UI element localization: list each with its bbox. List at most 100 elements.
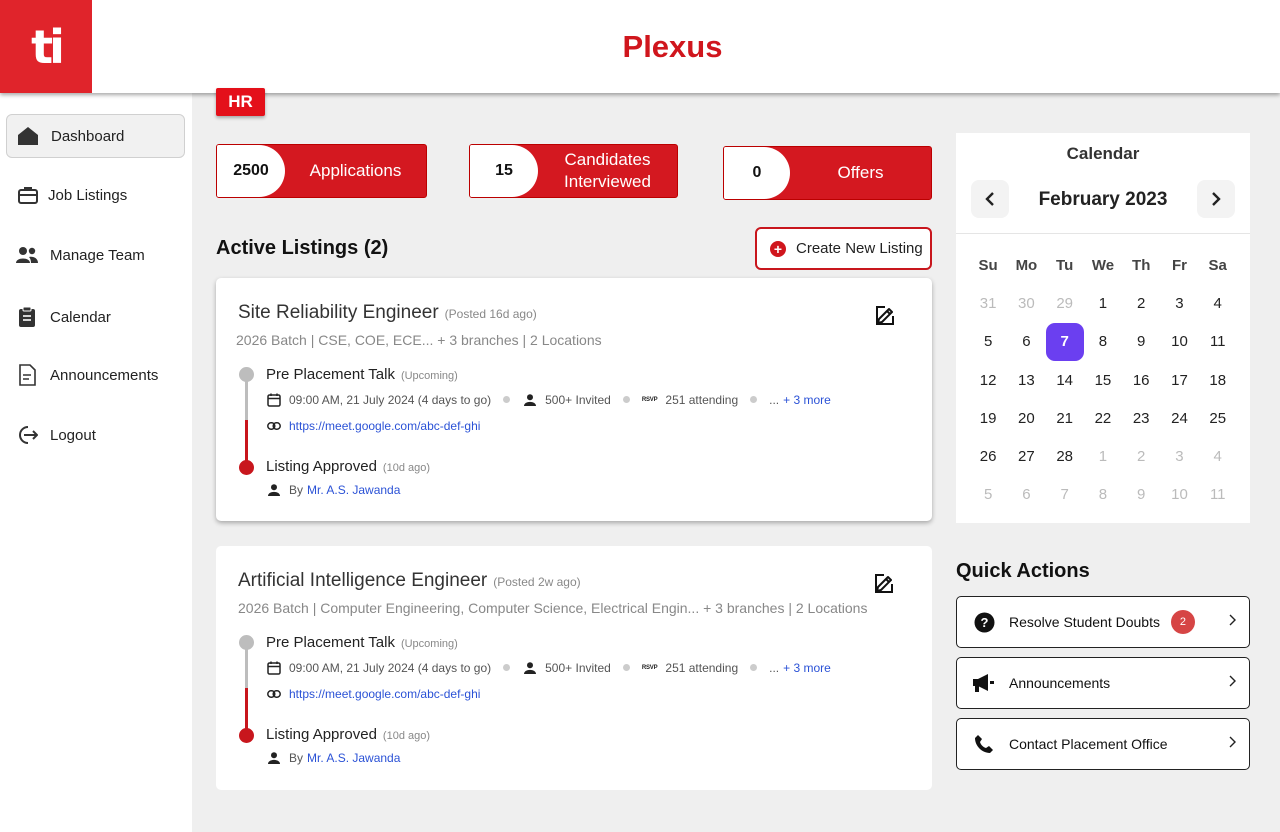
rsvp-icon: RSVP (641, 664, 658, 671)
stat-applications[interactable]: 2500 Applications (216, 144, 427, 198)
calendar-month: February 2023 (1038, 189, 1168, 210)
announcements-button[interactable]: Announcements (956, 657, 1250, 709)
stat-label: Applications (309, 161, 402, 180)
calendar-grid: Su Mo Tu We Th Fr Sa 31 30 29 1 2 3 4 5 6 7 8 9 10 11 12 13 14 1… (969, 246, 1237, 514)
calendar-day[interactable]: 13 (1007, 361, 1045, 399)
event-title: Pre Placement Talk (Upcoming) (266, 634, 458, 651)
weekday-label: Mo (1015, 256, 1038, 274)
calendar-icon (266, 392, 281, 407)
calendar-day[interactable]: 9 (1122, 323, 1160, 361)
calendar-day[interactable]: 8 (1084, 476, 1122, 514)
more-ellipsis: ... (769, 660, 780, 675)
calendar-day[interactable]: 1 (1084, 284, 1122, 322)
weekday-label: We (1091, 256, 1115, 274)
create-listing-button[interactable]: + Create New Listing (755, 227, 932, 270)
sidebar-item-job-listings[interactable]: Job Listings (6, 173, 185, 217)
calendar-day[interactable]: 23 (1122, 399, 1160, 437)
person-icon (266, 750, 281, 765)
meet-link[interactable]: https://meet.google.com/abc-def-ghi (289, 419, 480, 433)
calendar-day[interactable]: 7 (1046, 476, 1084, 514)
calendar-day[interactable]: 5 (969, 323, 1007, 361)
question-icon: ? (973, 611, 995, 633)
calendar-day[interactable]: 6 (1007, 323, 1045, 361)
role-tag: HR (216, 88, 265, 116)
calendar-day[interactable]: 6 (1007, 476, 1045, 514)
listing-card[interactable]: Artificial Intelligence Engineer (Posted … (216, 546, 932, 790)
quick-action-label: Resolve Student Doubts (1009, 614, 1160, 630)
listing-subtitle: 2026 Batch | Computer Engineering, Compu… (238, 600, 868, 616)
calendar-day[interactable]: 18 (1199, 361, 1237, 399)
more-link[interactable]: + 3 more (783, 393, 831, 407)
calendar-widget: Calendar February 2023 Su Mo Tu We Th Fr Sa 31 3… (956, 133, 1250, 523)
calendar-day[interactable]: 3 (1160, 437, 1198, 475)
calendar-day[interactable]: 11 (1199, 323, 1237, 361)
calendar-day[interactable]: 24 (1160, 399, 1198, 437)
calendar-day[interactable]: 16 (1122, 361, 1160, 399)
calendar-day[interactable]: 12 (969, 361, 1007, 399)
calendar-day[interactable]: 14 (1046, 361, 1084, 399)
calendar-day[interactable]: 9 (1122, 476, 1160, 514)
briefcase-icon (17, 184, 39, 206)
calendar-day[interactable]: 10 (1160, 323, 1198, 361)
calendar-day[interactable]: 1 (1084, 437, 1122, 475)
calendar-day[interactable]: 11 (1199, 476, 1237, 514)
calendar-day[interactable]: 19 (969, 399, 1007, 437)
calendar-day[interactable]: 26 (969, 437, 1007, 475)
active-listings-title: Active Listings (2) (216, 237, 389, 259)
calendar-day[interactable]: 22 (1084, 399, 1122, 437)
event-title-text: Pre Placement Talk (266, 634, 395, 651)
sidebar-item-label: Dashboard (51, 127, 125, 145)
calendar-day[interactable]: 28 (1046, 437, 1084, 475)
sidebar-item-calendar[interactable]: Calendar (6, 295, 185, 339)
calendar-day[interactable]: 21 (1046, 399, 1084, 437)
sidebar-item-dashboard[interactable]: Dashboard (6, 114, 185, 158)
edit-icon[interactable] (874, 304, 896, 326)
calendar-day[interactable]: 8 (1084, 323, 1122, 361)
event-title-text: Pre Placement Talk (266, 366, 395, 383)
sidebar-item-logout[interactable]: Logout (6, 413, 185, 457)
phone-icon (973, 733, 995, 755)
stat-candidates-interviewed[interactable]: 15 Candidates Interviewed (469, 144, 678, 198)
listing-subtitle: 2026 Batch | CSE, COE, ECE... + 3 branch… (236, 332, 602, 348)
weekday-label: Th (1132, 256, 1151, 274)
timeline-dot (239, 367, 254, 382)
calendar-day[interactable]: 2 (1122, 437, 1160, 475)
calendar-day[interactable]: 31 (969, 284, 1007, 322)
approved-title-text: Listing Approved (266, 726, 377, 743)
stat-offers[interactable]: 0 Offers (723, 146, 932, 200)
calendar-day[interactable]: 25 (1199, 399, 1237, 437)
edit-icon[interactable] (873, 572, 895, 594)
timeline-dot (239, 460, 254, 475)
calendar-day[interactable]: 2 (1122, 284, 1160, 322)
meet-link[interactable]: https://meet.google.com/abc-def-ghi (289, 687, 480, 701)
sidebar-item-announcements[interactable]: Announcements (6, 353, 185, 397)
contact-placement-office-button[interactable]: Contact Placement Office (956, 718, 1250, 770)
calendar-day[interactable]: 29 (1046, 284, 1084, 322)
calendar-day[interactable]: 20 (1007, 399, 1045, 437)
sidebar: Dashboard Job Listings Manage Team Calen… (0, 93, 192, 832)
calendar-day[interactable]: 3 (1160, 284, 1198, 322)
calendar-day[interactable]: 15 (1084, 361, 1122, 399)
calendar-day[interactable]: 4 (1199, 284, 1237, 322)
calendar-day[interactable]: 27 (1007, 437, 1045, 475)
calendar-icon (266, 660, 281, 675)
resolve-doubts-button[interactable]: ? Resolve Student Doubts 2 (956, 596, 1250, 648)
approver-link[interactable]: Mr. A.S. Jawanda (307, 483, 400, 497)
separator-dot (750, 396, 758, 403)
calendar-day[interactable]: 5 (969, 476, 1007, 514)
calendar-day[interactable]: 10 (1160, 476, 1198, 514)
sidebar-item-manage-team[interactable]: Manage Team (6, 233, 185, 277)
next-month-button[interactable] (1197, 180, 1235, 218)
separator-dot (503, 664, 511, 671)
more-link[interactable]: + 3 more (783, 661, 831, 675)
home-icon (17, 125, 39, 147)
listing-card[interactable]: Site Reliability Engineer (Posted 16d ago… (216, 278, 932, 521)
calendar-day[interactable]: 4 (1199, 437, 1237, 475)
approved-by-row: By Mr. A.S. Jawanda (266, 750, 400, 765)
listing-title-text: Site Reliability Engineer (238, 302, 439, 323)
logout-icon (16, 424, 38, 446)
calendar-day[interactable]: 17 (1160, 361, 1198, 399)
approver-link[interactable]: Mr. A.S. Jawanda (307, 751, 400, 765)
calendar-day[interactable]: 30 (1007, 284, 1045, 322)
calendar-day-selected[interactable]: 7 (1045, 322, 1084, 361)
